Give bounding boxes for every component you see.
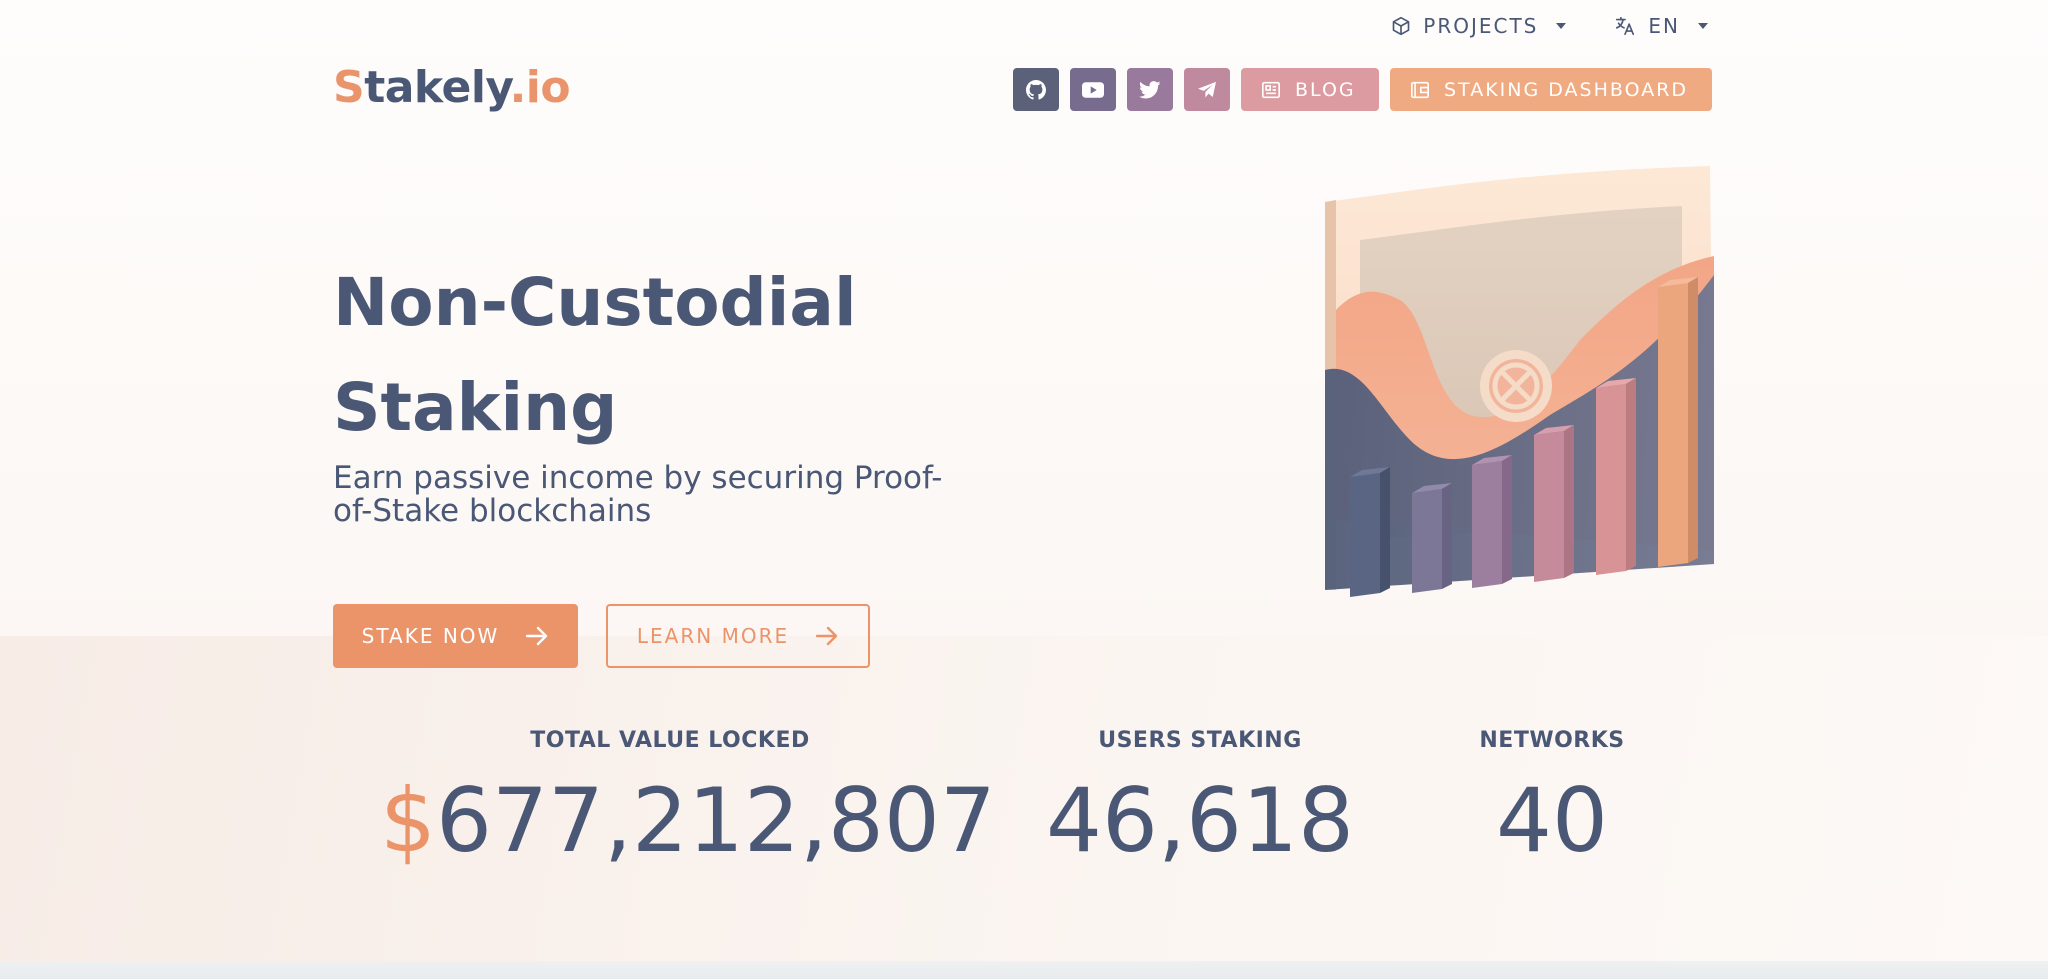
chevron-down-icon xyxy=(1556,23,1567,29)
logo-io: io xyxy=(525,62,571,113)
stats-background xyxy=(0,636,2048,961)
stat-users-staking: USERS STAKING 46,618 xyxy=(1040,728,1360,867)
main-nav: BLOG STAKING DASHBOARD xyxy=(1013,68,1712,111)
stat-value: $677,212,807 xyxy=(380,775,996,867)
telegram-icon xyxy=(1198,81,1216,97)
stat-networks: NETWORKS 40 xyxy=(1412,728,1692,867)
logo-dot: . xyxy=(509,62,527,113)
stake-now-button[interactable]: STAKE NOW xyxy=(333,604,578,668)
language-dropdown[interactable]: EN xyxy=(1614,14,1708,38)
blog-label: BLOG xyxy=(1295,78,1356,101)
stat-value: 46,618 xyxy=(1046,769,1354,872)
projects-label: PROJECTS xyxy=(1423,14,1539,38)
learn-more-button[interactable]: LEARN MORE xyxy=(606,604,870,668)
blog-button[interactable]: BLOG xyxy=(1241,68,1379,111)
logo-letter-s: S xyxy=(333,62,365,113)
stat-label: NETWORKS xyxy=(1479,728,1625,753)
youtube-button[interactable] xyxy=(1070,68,1116,111)
youtube-icon xyxy=(1082,81,1104,98)
tvl-amount: 677,212,807 xyxy=(436,769,996,872)
hero-title: Non-Custodial Staking xyxy=(333,264,857,446)
twitter-button[interactable] xyxy=(1127,68,1173,111)
staking-chart-illustration xyxy=(1325,166,1714,597)
twitter-icon xyxy=(1139,80,1161,98)
projects-dropdown[interactable]: PROJECTS xyxy=(1391,14,1567,38)
language-label: EN xyxy=(1648,14,1680,38)
currency-symbol: $ xyxy=(380,769,436,872)
staking-dashboard-button[interactable]: STAKING DASHBOARD xyxy=(1390,68,1712,111)
arrow-right-icon xyxy=(815,626,838,646)
section-divider xyxy=(0,961,2048,979)
learn-more-label: LEARN MORE xyxy=(636,624,790,648)
stat-label: USERS STAKING xyxy=(1098,728,1302,753)
telegram-button[interactable] xyxy=(1184,68,1230,111)
translate-icon xyxy=(1616,16,1635,36)
arrow-right-icon xyxy=(526,626,548,646)
github-button[interactable] xyxy=(1013,68,1059,111)
stat-total-value-locked: TOTAL VALUE LOCKED $677,212,807 xyxy=(380,728,996,867)
stat-value: 40 xyxy=(1496,769,1608,872)
newspaper-icon xyxy=(1262,81,1280,98)
stakely-logo[interactable]: Stakely.io xyxy=(333,62,571,113)
chevron-down-icon xyxy=(1698,23,1708,29)
hero-subtitle: Earn passive income by securing Proof-of… xyxy=(333,460,943,529)
github-icon xyxy=(1026,79,1046,100)
wallet-icon xyxy=(1411,81,1429,98)
stat-label: TOTAL VALUE LOCKED xyxy=(530,728,810,753)
logo-text: takely xyxy=(364,62,510,113)
cube-icon xyxy=(1392,16,1410,36)
utility-bar: PROJECTS EN xyxy=(1391,14,1708,38)
stake-now-label: STAKE NOW xyxy=(361,624,500,648)
staking-dashboard-label: STAKING DASHBOARD xyxy=(1444,78,1689,101)
